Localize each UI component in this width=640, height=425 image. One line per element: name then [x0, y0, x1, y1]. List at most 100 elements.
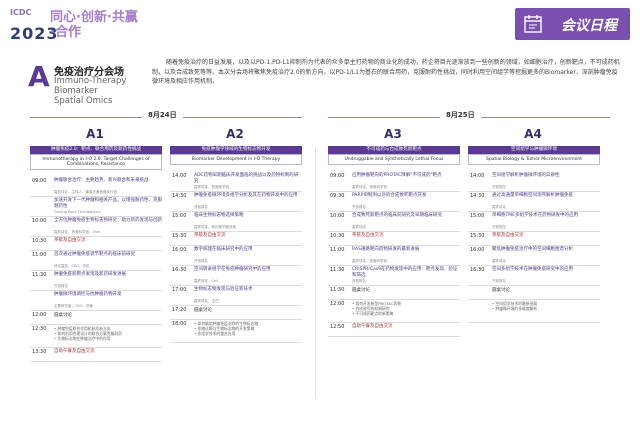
schedule-time: 15:30: [172, 233, 187, 239]
column-header: 不可成药与合成致死新靶点: [328, 146, 460, 154]
row-divider: [30, 361, 162, 362]
break-title: 自助午餐及自由交流: [54, 349, 95, 354]
talk-title: 空间组学解析肿瘤微环境的异质性: [492, 173, 560, 178]
schedule-item: 10:30 茶歇及自由交流: [30, 238, 162, 251]
schedule-time: 11:30: [330, 287, 345, 293]
row-divider: [170, 231, 302, 232]
row-divider: [328, 265, 460, 266]
speaker-info: 嘉宾待定: [492, 205, 506, 209]
talk-title: 通过高通量单细胞空间测序解析肿瘤免疫: [492, 193, 573, 198]
talk-title: 肿瘤微环境调控与抗肿瘤药物开发: [54, 292, 122, 297]
schedule-time: 12:30: [32, 326, 47, 332]
row-divider: [468, 211, 600, 212]
schedule-time: 11:00: [32, 252, 47, 258]
row-divider: [328, 322, 460, 323]
schedule-time: 09:00: [32, 178, 47, 184]
column-header: 空间组学与肿瘤微环境: [468, 146, 600, 154]
row-divider: [170, 319, 302, 320]
schedule-item: 10:30 茶歇及自由交流: [328, 233, 460, 246]
row-divider: [468, 245, 600, 246]
roundtable-title: 圆桌讨论: [194, 308, 212, 313]
break-title: 茶歇及自由交流: [194, 233, 226, 238]
date-label-day1: 8月24日: [142, 110, 183, 120]
speaker-info: 待定嘉宾，CEO，待定: [54, 264, 90, 268]
talk-title: 单细胞TME多组学技术在药物研发中的应用: [492, 213, 578, 218]
schedule-time: 15:00: [172, 213, 187, 219]
row-divider: [468, 265, 600, 266]
speaker-info: 嘉宾待定，首席医学官: [194, 185, 229, 189]
schedule-item: 13:30 自助午餐及自由交流: [30, 349, 162, 362]
schedule-item: 10:00 合成致死新靶点的临床前研究及早期临床研究 嘉宾待定: [328, 213, 460, 232]
talk-title: 空间转录组学在免疫肿瘤研究中的应用: [194, 267, 271, 272]
talk-title: 加速开发下一代肿瘤和相关产品，以增强耐药性、克服耐药性: [54, 198, 162, 209]
schedule-item: 11:30 CRISPR/Cas9在药物发现中的应用：靶点发现、验证和筛选 开放报名: [328, 267, 460, 286]
schedule-time: 14:30: [470, 193, 485, 199]
schedule-item: 16:30 空间转录组学在免疫肿瘤研究中的应用 嘉宾待定，Cell: [170, 267, 302, 286]
talk-title: RAS通路靶向药物研发的最新进展: [352, 247, 420, 252]
schedule-item: 圆桌讨论: [468, 287, 600, 300]
speaker-info: 开放报名: [194, 205, 208, 209]
speaker-info: 嘉宾待定，转化医学副总裁: [194, 225, 236, 229]
row-divider: [170, 211, 302, 212]
row-divider: [170, 342, 302, 343]
talk-title: ADC药物早期临床开发面临的挑战以及药物机制的研究: [194, 173, 299, 184]
schedule-time: 10:00: [330, 213, 345, 219]
schedule-item: 12:00 • 如何开发新型PROTAC药物 • 合成致死的机制研究 • 不可成药…: [328, 301, 460, 323]
talk-title: 聚焦肿瘤免疫治疗中的空间细胞图谱分析: [492, 247, 573, 252]
talk-title: 应用肿瘤靶向的PROTAC降解"不可成药"靶点: [352, 173, 442, 178]
row-divider: [30, 310, 162, 311]
schedule-time: 10:30: [330, 233, 345, 239]
talk-title: 全方位肿瘤免疫生物标志物研究：助力新药发现与创新: [54, 218, 162, 223]
schedule-item: 12:30 • 肿瘤免疫联合作用机制及新方向 • 如何利用合理设计的联合方案克服耐…: [30, 326, 162, 348]
discussion-topics: • 肿瘤免疫联合作用机制及新方向 • 如何利用合理设计的联合方案克服耐药 • 生…: [54, 326, 122, 341]
agenda-title: 会议日程: [561, 18, 617, 34]
talk-title: 肿瘤免疫新靶点发现及新药研发进展: [54, 272, 126, 277]
schedule-item: 09:00 应用肿瘤靶向的PROTAC降解"不可成药"靶点 嘉宾待定，首席科学官: [328, 173, 460, 192]
schedule-item: 14:30 肿瘤免疫微环境多组学分析及其在药物开发中的应用 开放报名: [170, 193, 302, 212]
date-row-day2: 8月25日: [328, 110, 610, 124]
date-row-day1: 8月24日: [30, 110, 302, 124]
row-divider: [328, 336, 460, 337]
schedule-item: 11:00 首次通过肿瘤免疫调节靶点的临床前研究 待定嘉宾，CEO，待定: [30, 252, 162, 271]
schedule-time: 16:30: [172, 267, 187, 273]
schedule-time: 10:00: [32, 218, 47, 224]
row-divider: [468, 322, 600, 323]
schedule-item: 14:30 通过高通量单细胞空间测序解析肿瘤免疫 嘉宾待定: [468, 193, 600, 212]
schedule-item: 加速开发下一代肿瘤和相关产品，以增强耐药性、克服耐药性 Turning Point…: [30, 198, 162, 217]
row-divider: [30, 324, 162, 325]
talk-title: 肿瘤免疫微环境多组学分析及其在药物开发中的应用: [194, 193, 298, 198]
schedule-item: 17:00 生物标志物发现与验证新技术 嘉宾待定，主任: [170, 287, 302, 306]
column-id-a3: A3: [384, 127, 402, 141]
talk-title: PARP抑制剂以外的合成致死靶点开发: [352, 193, 427, 198]
speaker-info: 嘉宾待定: [492, 259, 506, 263]
schedule-item: • 空间组学技术的最新进展 • 肿瘤微环境的多维度解析: [468, 301, 600, 323]
schedule-item: 15:00 单细胞TME多组学技术在药物研发中的应用 开放报名: [468, 213, 600, 232]
column-header: 肿瘤免疫2.0：靶点、联合用药及耐药性挑战: [30, 146, 162, 154]
session-column-a1: 肿瘤免疫2.0：靶点、联合用药及耐药性挑战 Immunotherapy in I-…: [30, 146, 162, 362]
agenda-badge: 会议日程: [515, 8, 630, 40]
session-intro-paragraph: 随着免疫治疗的日益发展，以及以PD-1,PD-L1抑制剂为代表的众多单主打药物的…: [152, 59, 620, 85]
row-divider: [170, 305, 302, 306]
schedule-time: 13:30: [32, 349, 47, 355]
row-divider: [468, 285, 600, 286]
schedule-item: 18:00 • 如何确定肿瘤免疫治疗的生物标志物 • 伴随诊断与生物标志物的开发策…: [170, 321, 302, 343]
discussion-topics: • 如何确定肿瘤免疫治疗的生物标志物 • 伴随诊断与生物标志物的开发策略 • 多…: [194, 321, 259, 336]
schedule-item: 12:00 圆桌讨论: [30, 312, 162, 325]
column-id-a1: A1: [86, 127, 104, 141]
day-divider: [315, 148, 316, 398]
schedule-item: 09:00 肿瘤联合治疗：主要趋势、新兴联合和未来挑战 嘉宾待定，主持人，董事长兼首…: [30, 178, 162, 197]
schedule-time: 17:00: [172, 287, 187, 293]
row-divider: [30, 196, 162, 197]
break-title: 茶歇及自由交流: [54, 238, 86, 243]
schedule-time: 11:30: [330, 267, 345, 273]
calendar-icon: [524, 15, 542, 33]
talk-title: 肿瘤联合治疗：主要趋势、新兴联合和未来挑战: [54, 178, 149, 183]
roundtable-title: 圆桌讨论: [492, 288, 510, 293]
talk-title: 合成致死新靶点的临床前研究及早期临床研究: [352, 213, 442, 218]
schedule-time: 14:30: [172, 193, 187, 199]
row-divider: [170, 191, 302, 192]
session-column-a2: 免疫肿瘤学领域的生物标志物开发 Biomarker Development in …: [170, 146, 302, 343]
roundtable-title: 圆桌讨论: [352, 288, 370, 293]
schedule-item: 11:30 圆桌讨论: [328, 287, 460, 300]
speaker-info: 开放报名: [352, 205, 366, 209]
